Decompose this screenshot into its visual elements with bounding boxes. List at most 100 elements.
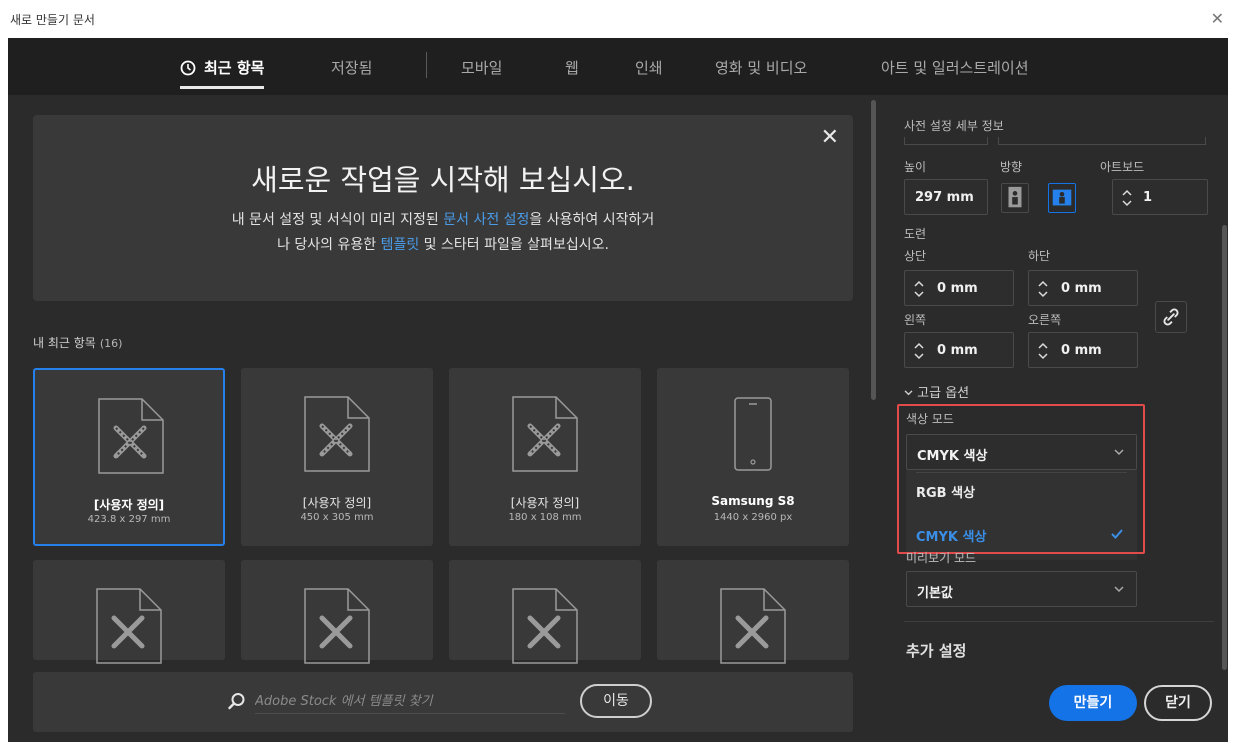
color-mode-menu: RGB 색상 CMYK 색상: [906, 470, 1137, 560]
units-field-remnant: [998, 137, 1206, 145]
left-label: 왼쪽: [904, 313, 927, 327]
phone-icon: [734, 397, 772, 471]
desc-text: 을 사용하여 시작하거: [529, 212, 655, 228]
stepper-icon[interactable]: [1037, 277, 1049, 301]
top-label: 상단: [904, 249, 927, 263]
menu-option-cmyk[interactable]: CMYK 색상: [916, 526, 986, 545]
stepper-icon[interactable]: [913, 339, 925, 363]
recent-tile[interactable]: [사용자 정의] 450 x 305 mm: [241, 368, 433, 546]
bleed-bottom-value: 0 mm: [1061, 281, 1102, 296]
preview-mode-select[interactable]: 기본값: [906, 571, 1137, 607]
category-tabbar: 최근 항목 저장됨 모바일 웹 인쇄 영화 및 비디오 아트 및 일러스트레이션: [8, 38, 1228, 95]
document-ruler-icon: [512, 588, 578, 664]
portrait-button[interactable]: [1001, 183, 1029, 213]
stepper-icon[interactable]: [1037, 339, 1049, 363]
bottom-label: 하단: [1028, 249, 1051, 263]
preset-details-panel: 사전 설정 세부 정보 높이 방향 아트보드 297 mm 1 도련 상단 하단…: [880, 95, 1228, 742]
tab-separator: [426, 52, 427, 78]
document-ruler-icon: [304, 588, 370, 664]
bleed-top-value: 0 mm: [937, 281, 978, 296]
menu-separator: [916, 472, 1127, 473]
artboard-field[interactable]: 1: [1112, 179, 1208, 215]
search-icon: [228, 693, 245, 710]
chevron-down-icon: [1114, 586, 1124, 593]
orientation-label: 방향: [1000, 160, 1023, 174]
recent-tile[interactable]: [사용자 정의] 180 x 108 mm: [449, 368, 641, 546]
document-ruler-icon: [512, 396, 578, 472]
stepper-icon[interactable]: [913, 277, 925, 301]
bleed-top-field[interactable]: 0 mm: [904, 270, 1014, 306]
height-value: 297 mm: [915, 190, 974, 205]
bleed-left-field[interactable]: 0 mm: [904, 332, 1014, 368]
bleed-bottom-field[interactable]: 0 mm: [1028, 270, 1138, 306]
preview-mode-label: 미리보기 모드: [906, 551, 977, 565]
window-titlebar: 새로 만들기 문서 ✕: [0, 0, 1236, 38]
recent-tile[interactable]: Samsung S8 1440 x 2960 px: [657, 368, 849, 546]
main-scrollbar[interactable]: [871, 100, 876, 400]
color-mode-select[interactable]: CMYK 색상: [906, 434, 1137, 470]
color-mode-label: 색상 모드: [906, 412, 954, 426]
stock-search-input[interactable]: [255, 690, 565, 714]
templates-link[interactable]: 템플릿: [381, 237, 420, 253]
tile-name: Samsung S8: [711, 494, 795, 508]
advanced-options-toggle[interactable]: 고급 옵션: [904, 382, 969, 401]
stock-search-bar: 이동: [33, 672, 853, 732]
bleed-right-field[interactable]: 0 mm: [1028, 332, 1138, 368]
link-bleed-button[interactable]: [1155, 301, 1187, 333]
link-icon: [1163, 308, 1179, 326]
recent-tile[interactable]: [449, 560, 641, 664]
document-ruler-icon: [720, 588, 786, 664]
width-field-remnant: [904, 137, 988, 145]
checkmark-icon: [1111, 529, 1123, 539]
document-ruler-icon: [98, 398, 164, 474]
window-close-icon[interactable]: ✕: [1211, 9, 1224, 28]
clock-icon: [180, 60, 196, 76]
tab-recent-label: 최근 항목: [204, 59, 265, 77]
desc-text: 내 문서 설정 및 서식이 미리 지정된: [231, 212, 444, 228]
new-document-dialog: 최근 항목 저장됨 모바일 웹 인쇄 영화 및 비디오 아트 및 일러스트레이션…: [8, 38, 1228, 742]
more-settings-link[interactable]: 추가 설정: [906, 640, 966, 661]
create-button[interactable]: 만들기: [1049, 685, 1137, 721]
welcome-headline: 새로운 작업을 시작해 보십시오.: [251, 163, 635, 197]
tab-print[interactable]: 인쇄: [635, 57, 663, 78]
close-button[interactable]: 닫기: [1144, 685, 1212, 721]
recent-tile[interactable]: [241, 560, 433, 664]
stepper-icon[interactable]: [1121, 186, 1133, 210]
tab-recent[interactable]: 최근 항목: [180, 57, 265, 89]
tab-art-illustration[interactable]: 아트 및 일러스트레이션: [881, 57, 1029, 78]
window-title: 새로 만들기 문서: [10, 13, 95, 27]
active-tab-underline: [180, 86, 265, 89]
tile-size: 180 x 108 mm: [508, 512, 582, 523]
recent-tile[interactable]: [33, 560, 225, 664]
main-content: ✕ 새로운 작업을 시작해 보십시오. 내 문서 설정 및 서식이 미리 지정된…: [8, 95, 868, 742]
desc-text: 나 당사의 유용한: [277, 237, 381, 253]
tab-mobile[interactable]: 모바일: [461, 57, 502, 78]
landscape-button[interactable]: [1048, 183, 1076, 213]
chevron-down-icon: [1114, 449, 1124, 456]
artboard-label: 아트보드: [1100, 160, 1145, 174]
tile-name: [사용자 정의]: [93, 498, 165, 512]
recent-count: (16): [99, 337, 123, 350]
bleed-left-value: 0 mm: [937, 343, 978, 358]
height-field[interactable]: 297 mm: [904, 179, 988, 215]
desc-text: 및 스타터 파일을 살펴보십시오.: [419, 237, 609, 253]
recent-tile[interactable]: [657, 560, 849, 664]
tile-size: 450 x 305 mm: [300, 512, 374, 523]
recent-tile[interactable]: [사용자 정의] 423.8 x 297 mm: [33, 368, 225, 546]
menu-option-rgb[interactable]: RGB 색상: [916, 482, 975, 501]
recent-items-heading: 내 최근 항목 (16): [33, 334, 122, 351]
landscape-icon: [1052, 189, 1072, 206]
panel-scrollbar[interactable]: [1222, 225, 1227, 670]
chevron-down-icon: [904, 390, 913, 396]
tab-saved[interactable]: 저장됨: [331, 57, 372, 78]
go-button[interactable]: 이동: [580, 684, 652, 718]
tab-film-video[interactable]: 영화 및 비디오: [715, 57, 807, 78]
presets-link[interactable]: 문서 사전 설정: [443, 212, 529, 228]
banner-close-icon[interactable]: ✕: [821, 125, 839, 150]
color-mode-value: CMYK 색상: [917, 449, 988, 464]
tab-web[interactable]: 웹: [565, 57, 579, 78]
document-ruler-icon: [96, 588, 162, 664]
recent-label: 내 최근 항목: [33, 336, 96, 350]
document-ruler-icon: [304, 396, 370, 472]
height-label: 높이: [904, 160, 927, 174]
